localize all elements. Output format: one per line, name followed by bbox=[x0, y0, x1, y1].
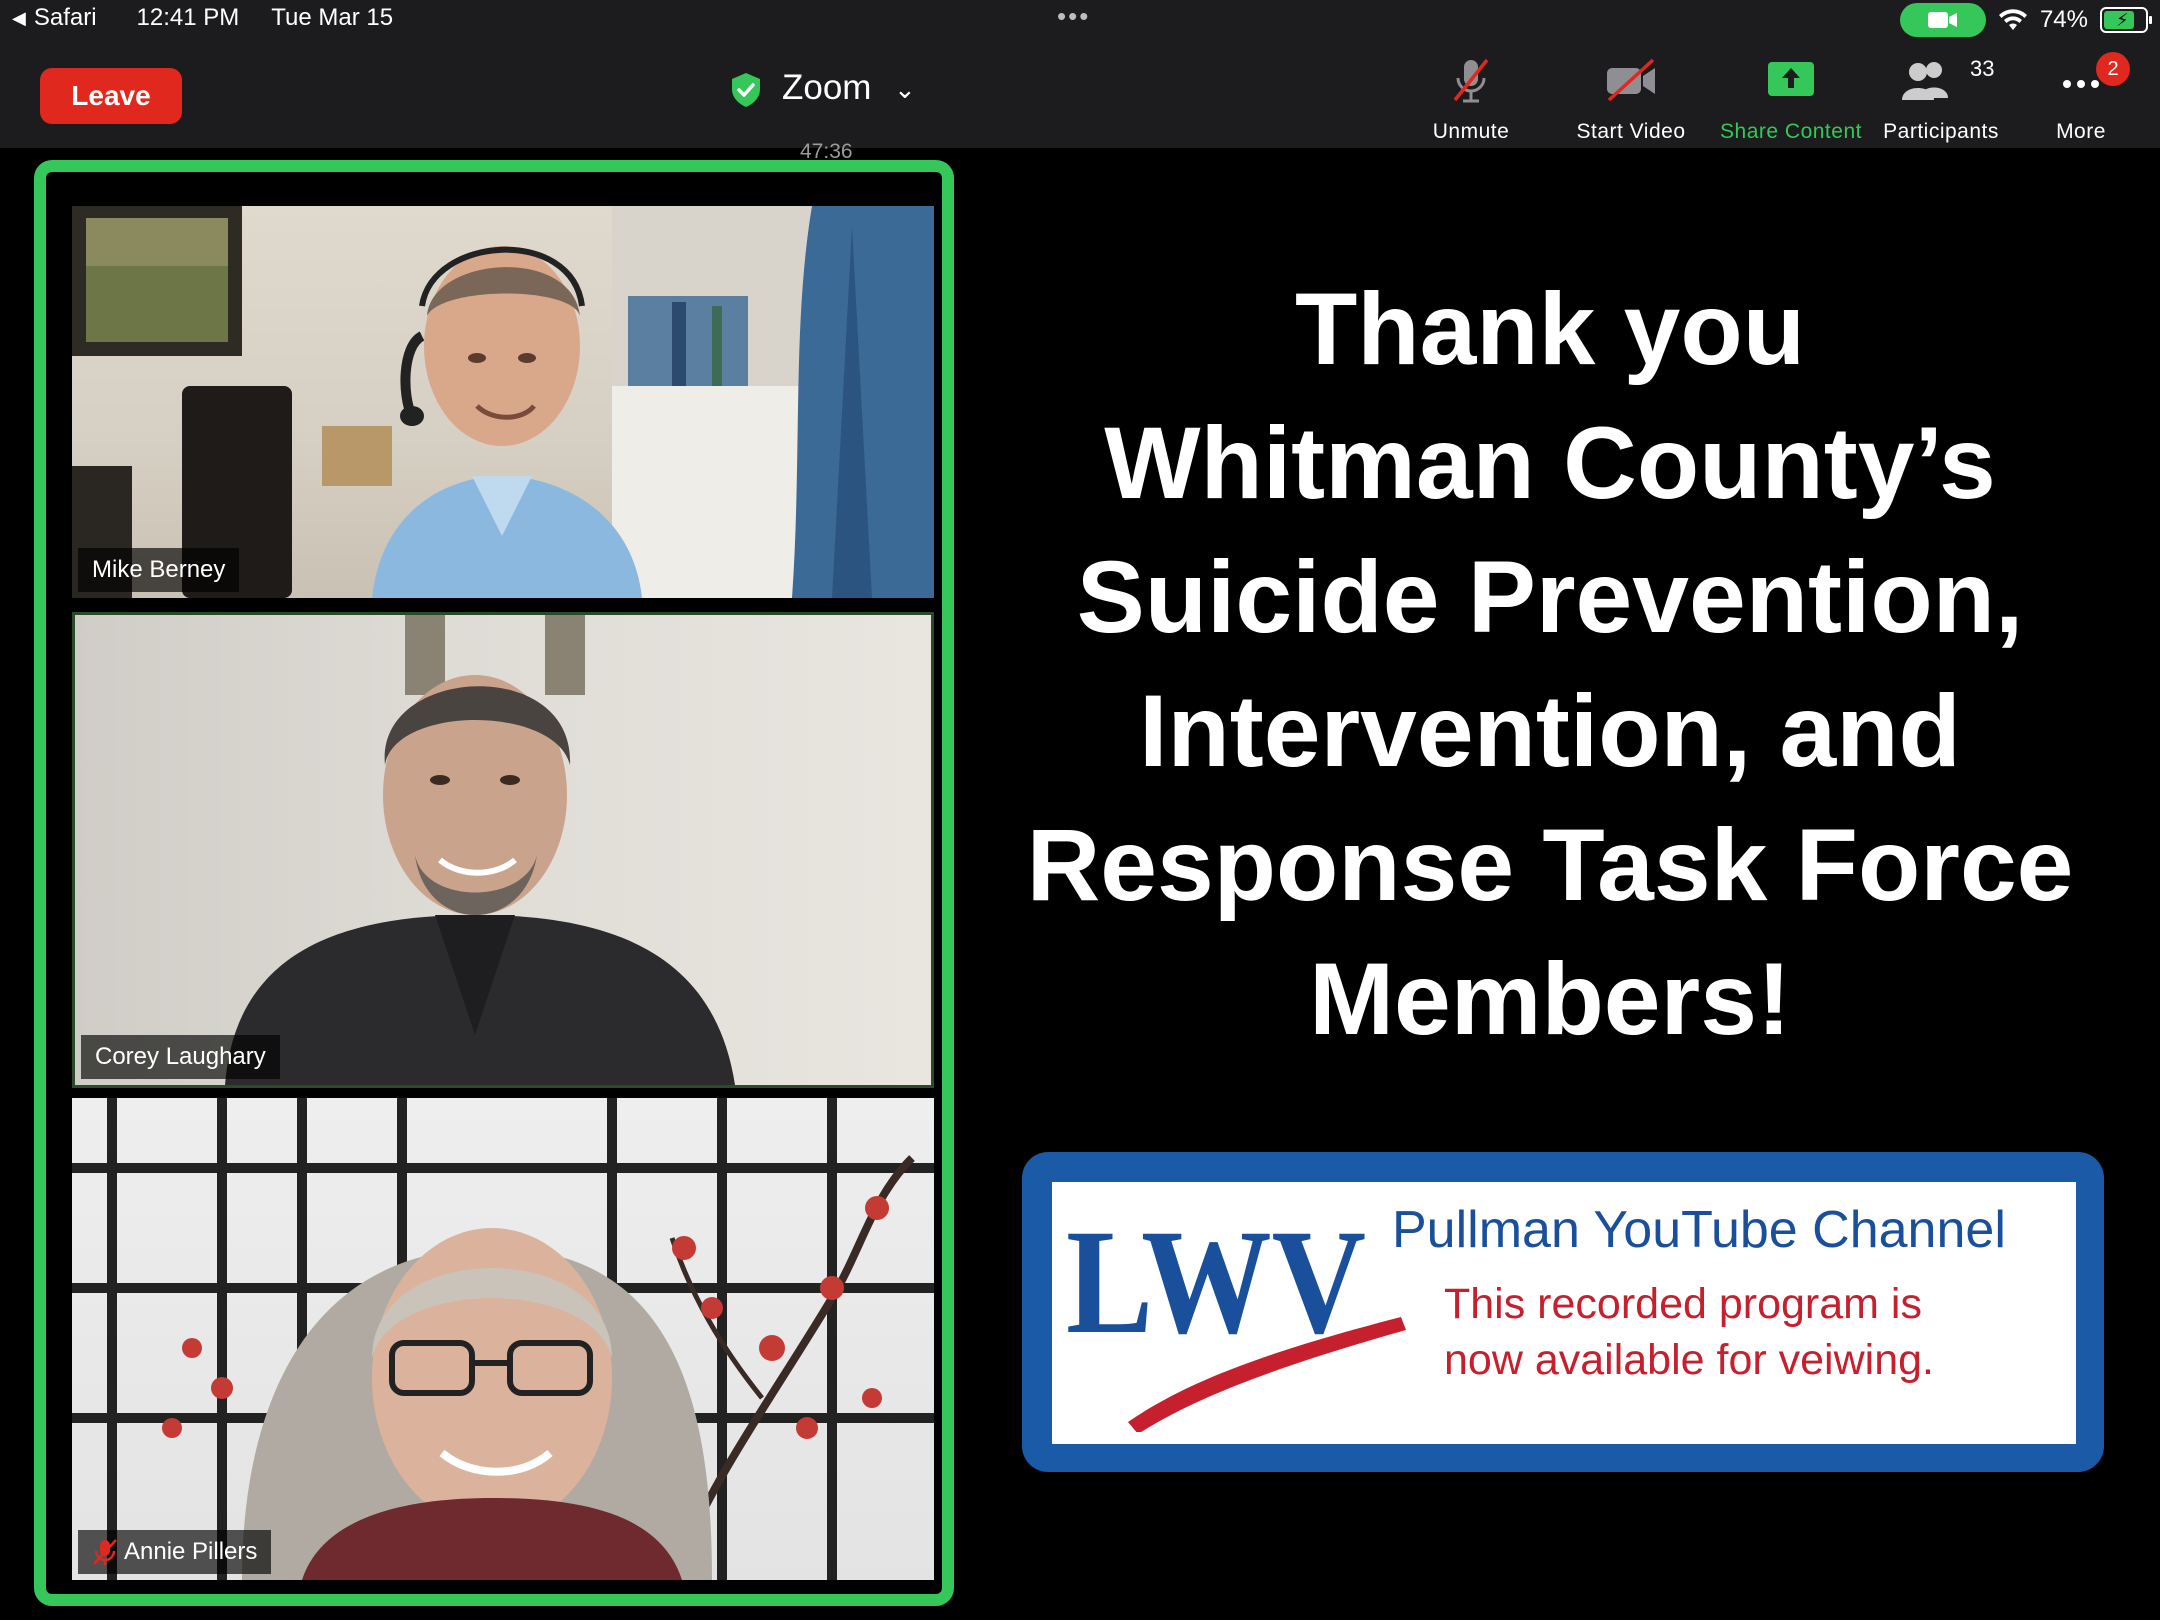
slide-message: Thank you Whitman County’s Suicide Preve… bbox=[960, 262, 2140, 1066]
meeting-toolbar: Leave Zoom ⌄ 47:36 Unmute Start Video Sh… bbox=[0, 40, 2160, 163]
video-feed-image bbox=[72, 206, 934, 598]
start-video-button[interactable]: Start Video bbox=[1556, 52, 1706, 143]
video-tile[interactable]: Annie Pillers bbox=[72, 1098, 934, 1580]
status-date: Tue Mar 15 bbox=[271, 4, 394, 31]
share-content-label: Share Content bbox=[1720, 120, 1862, 143]
video-tile[interactable]: Mike Berney bbox=[72, 206, 934, 598]
video-tile[interactable]: Corey Laughary bbox=[72, 612, 934, 1088]
back-app-label[interactable]: Safari bbox=[34, 4, 97, 32]
participant-name-tag: Corey Laughary bbox=[81, 1035, 280, 1079]
participants-label: Participants bbox=[1883, 120, 1999, 143]
back-arrow-icon[interactable]: ◀ bbox=[12, 8, 26, 29]
slide-line: Thank you bbox=[1294, 272, 1806, 386]
microphone-muted-icon bbox=[1453, 58, 1489, 103]
security-shield-icon bbox=[732, 73, 760, 107]
participant-name: Annie Pillers bbox=[124, 1538, 258, 1565]
battery-icon: ⚡ bbox=[2100, 7, 2152, 33]
battery-percent: 74% bbox=[2039, 6, 2088, 33]
unmute-label: Unmute bbox=[1432, 120, 1510, 143]
banner-panel: LWV Pullman YouTube Channel This recorde… bbox=[1052, 1182, 2076, 1444]
video-feed-image bbox=[72, 1098, 934, 1580]
youtube-channel-banner: LWV Pullman YouTube Channel This recorde… bbox=[1022, 1152, 2104, 1472]
participants-button[interactable]: 33 Participants bbox=[1866, 52, 2016, 143]
status-bar: ◀ Safari 12:41 PM Tue Mar 15 ••• 74% ⚡ bbox=[0, 0, 2160, 40]
more-label: More bbox=[2056, 120, 2106, 143]
participant-name: Corey Laughary bbox=[95, 1043, 266, 1070]
chevron-down-icon[interactable]: ⌄ bbox=[894, 74, 916, 105]
video-camera-icon bbox=[1927, 12, 1957, 28]
meeting-info[interactable]: Zoom ⌄ 47:36 bbox=[730, 62, 930, 163]
share-content-button[interactable]: Share Content bbox=[1716, 52, 1866, 143]
participant-name: Mike Berney bbox=[92, 556, 226, 583]
meeting-title: Zoom bbox=[782, 68, 872, 107]
share-screen-icon bbox=[1768, 62, 1814, 96]
leave-button[interactable]: Leave bbox=[40, 68, 182, 124]
banner-subtitle-line: This recorded program is bbox=[1444, 1280, 1922, 1328]
multitasking-dots-icon[interactable]: ••• bbox=[1057, 3, 1090, 29]
participants-icon bbox=[1902, 62, 1948, 100]
participant-name-tag: Annie Pillers bbox=[78, 1530, 272, 1574]
status-left: ◀ Safari 12:41 PM Tue Mar 15 bbox=[12, 4, 393, 32]
slide-line: Intervention, and bbox=[1139, 674, 1961, 788]
participant-name-tag: Mike Berney bbox=[78, 548, 240, 592]
microphone-muted-icon bbox=[93, 1539, 117, 1565]
video-off-icon bbox=[1607, 58, 1655, 102]
start-video-label: Start Video bbox=[1576, 120, 1686, 143]
video-feed-image bbox=[225, 615, 735, 1085]
banner-subtitle: This recorded program is now available f… bbox=[1444, 1276, 1934, 1388]
charging-bolt-icon: ⚡ bbox=[2116, 10, 2129, 30]
notification-badge: 2 bbox=[2096, 52, 2130, 86]
lwv-logo: LWV bbox=[1066, 1202, 1406, 1432]
unmute-button[interactable]: Unmute bbox=[1396, 52, 1546, 143]
slide-line: Whitman County’s bbox=[1104, 406, 1996, 520]
status-right: 74% ⚡ bbox=[1899, 3, 2152, 37]
camera-in-use-indicator bbox=[1899, 3, 1986, 37]
status-time: 12:41 PM bbox=[136, 4, 240, 31]
more-button[interactable]: 2 More bbox=[2006, 52, 2156, 143]
banner-title: Pullman YouTube Channel bbox=[1392, 1201, 2006, 1259]
slide-line: Suicide Prevention, bbox=[1076, 540, 2024, 654]
banner-subtitle-line: now available for veiwing. bbox=[1444, 1336, 1934, 1384]
participants-count: 33 bbox=[1970, 56, 1995, 81]
slide-line: Members! bbox=[1309, 942, 1791, 1056]
video-gallery: Mike Berney Corey Laughary Annie Pillers bbox=[34, 160, 954, 1606]
slide-line: Response Task Force bbox=[1026, 808, 2074, 922]
wifi-icon bbox=[1998, 9, 2027, 30]
